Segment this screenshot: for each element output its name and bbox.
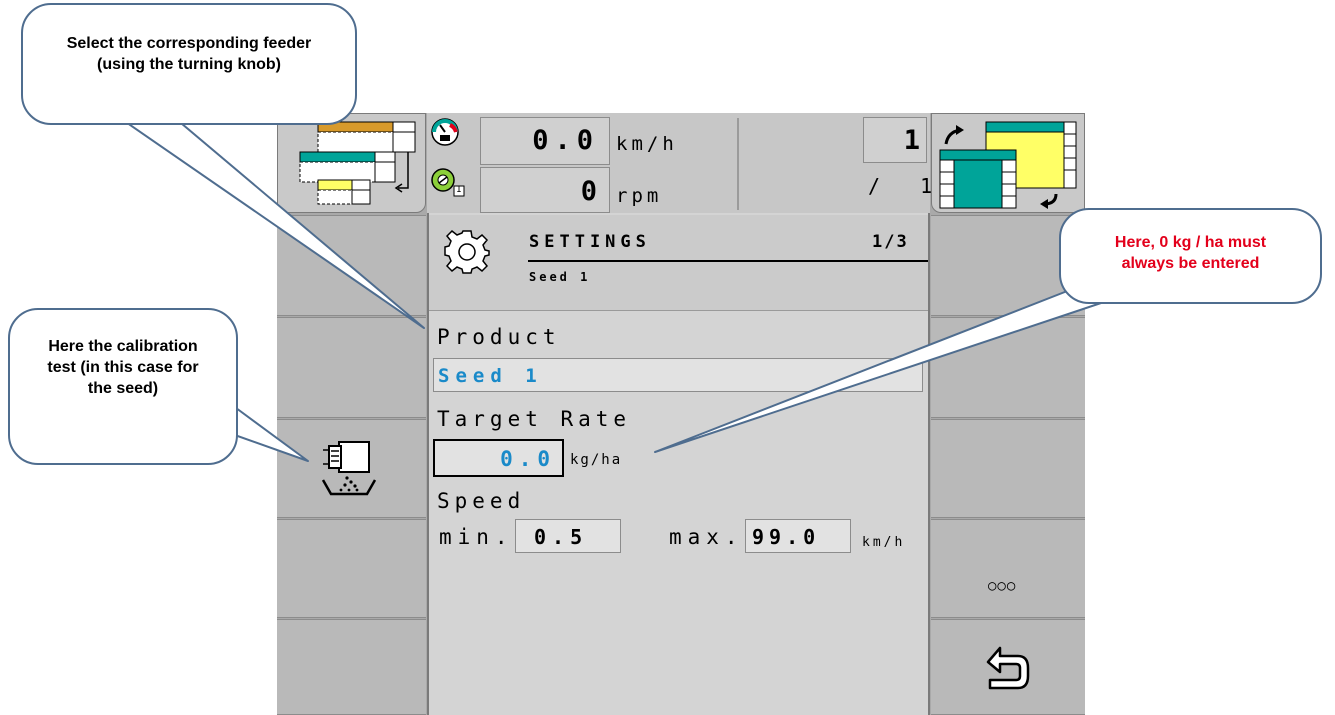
- callout-rate: Here, 0 kg / ha must always be entered: [1059, 208, 1322, 304]
- callout-calibration: Here the calibration test (in this case …: [8, 308, 238, 465]
- callout-feeder: Select the corresponding feeder (using t…: [21, 3, 357, 125]
